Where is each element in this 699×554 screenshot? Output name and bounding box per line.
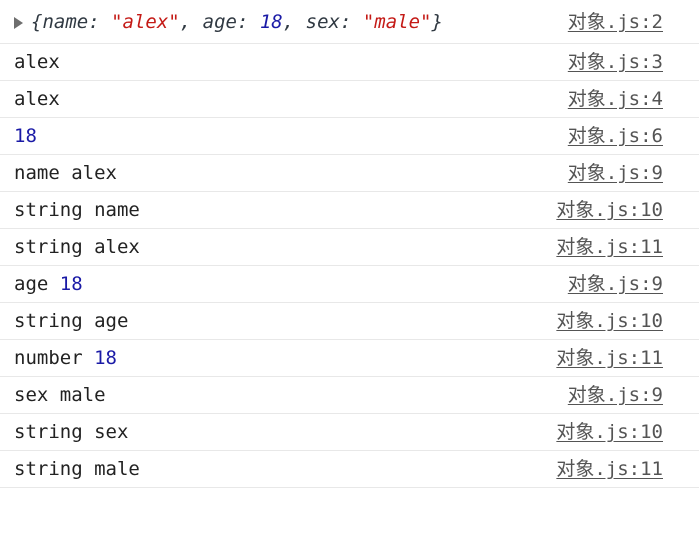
source-link[interactable]: 对象.js:10 bbox=[556, 303, 663, 340]
console-row: age 18 对象.js:9 bbox=[0, 266, 699, 303]
log-message: string name bbox=[14, 199, 140, 221]
value-age: 18 bbox=[259, 11, 283, 33]
console-row: alex 对象.js:4 bbox=[0, 81, 699, 118]
console-row-object: {name: "alex", age: 18, sex: "male"} 对象.… bbox=[0, 0, 699, 44]
expand-triangle-icon[interactable] bbox=[14, 17, 23, 29]
log-message: string age bbox=[14, 310, 129, 332]
separator: : bbox=[236, 11, 260, 33]
comma: , bbox=[179, 11, 203, 33]
source-link[interactable]: 对象.js:2 bbox=[568, 0, 663, 44]
separator: : bbox=[339, 11, 363, 33]
key-name: name bbox=[42, 11, 89, 33]
console-row: 18 对象.js:6 bbox=[0, 118, 699, 155]
key-age: age bbox=[202, 11, 237, 33]
brace-close: } bbox=[431, 11, 443, 33]
console-row: number 18 对象.js:11 bbox=[0, 340, 699, 377]
log-number: 18 bbox=[59, 273, 83, 295]
log-message: number 18 bbox=[14, 340, 117, 377]
log-message: string male bbox=[14, 458, 140, 480]
log-message: alex bbox=[14, 51, 60, 73]
log-message: string alex bbox=[14, 236, 140, 258]
key-sex: sex bbox=[305, 11, 340, 33]
source-link[interactable]: 对象.js:9 bbox=[568, 377, 663, 414]
console-row: alex 对象.js:3 bbox=[0, 44, 699, 81]
log-message: age 18 bbox=[14, 266, 83, 303]
object-preview[interactable]: {name: "alex", age: 18, sex: "male"} bbox=[14, 0, 443, 44]
log-prefix: age bbox=[14, 273, 60, 295]
log-message: sex male bbox=[14, 384, 106, 406]
console-log: {name: "alex", age: 18, sex: "male"} 对象.… bbox=[0, 0, 699, 488]
console-row: sex male 对象.js:9 bbox=[0, 377, 699, 414]
log-message: alex bbox=[14, 88, 60, 110]
console-row: string name 对象.js:10 bbox=[0, 192, 699, 229]
source-link[interactable]: 对象.js:9 bbox=[568, 155, 663, 192]
log-number: 18 bbox=[14, 125, 37, 147]
source-link[interactable]: 对象.js:11 bbox=[556, 229, 663, 266]
log-prefix: number bbox=[14, 347, 95, 369]
log-message: name alex bbox=[14, 162, 117, 184]
source-link[interactable]: 对象.js:4 bbox=[568, 81, 663, 118]
console-row: string alex 对象.js:11 bbox=[0, 229, 699, 266]
source-link[interactable]: 对象.js:9 bbox=[568, 266, 663, 303]
brace-open: { bbox=[31, 11, 43, 33]
console-row: string sex 对象.js:10 bbox=[0, 414, 699, 451]
value-name: "alex" bbox=[111, 11, 180, 33]
log-message: string sex bbox=[14, 421, 129, 443]
source-link[interactable]: 对象.js:10 bbox=[556, 414, 663, 451]
source-link[interactable]: 对象.js:11 bbox=[556, 451, 663, 488]
value-sex: "male" bbox=[362, 11, 432, 33]
log-number: 18 bbox=[94, 347, 117, 369]
console-row: string male 对象.js:11 bbox=[0, 451, 699, 488]
source-link[interactable]: 对象.js:10 bbox=[556, 192, 663, 229]
source-link[interactable]: 对象.js:3 bbox=[568, 44, 663, 81]
source-link[interactable]: 对象.js:11 bbox=[556, 340, 663, 377]
separator: : bbox=[88, 11, 112, 33]
console-row: string age 对象.js:10 bbox=[0, 303, 699, 340]
console-row: name alex 对象.js:9 bbox=[0, 155, 699, 192]
comma: , bbox=[282, 11, 306, 33]
source-link[interactable]: 对象.js:6 bbox=[568, 118, 663, 155]
